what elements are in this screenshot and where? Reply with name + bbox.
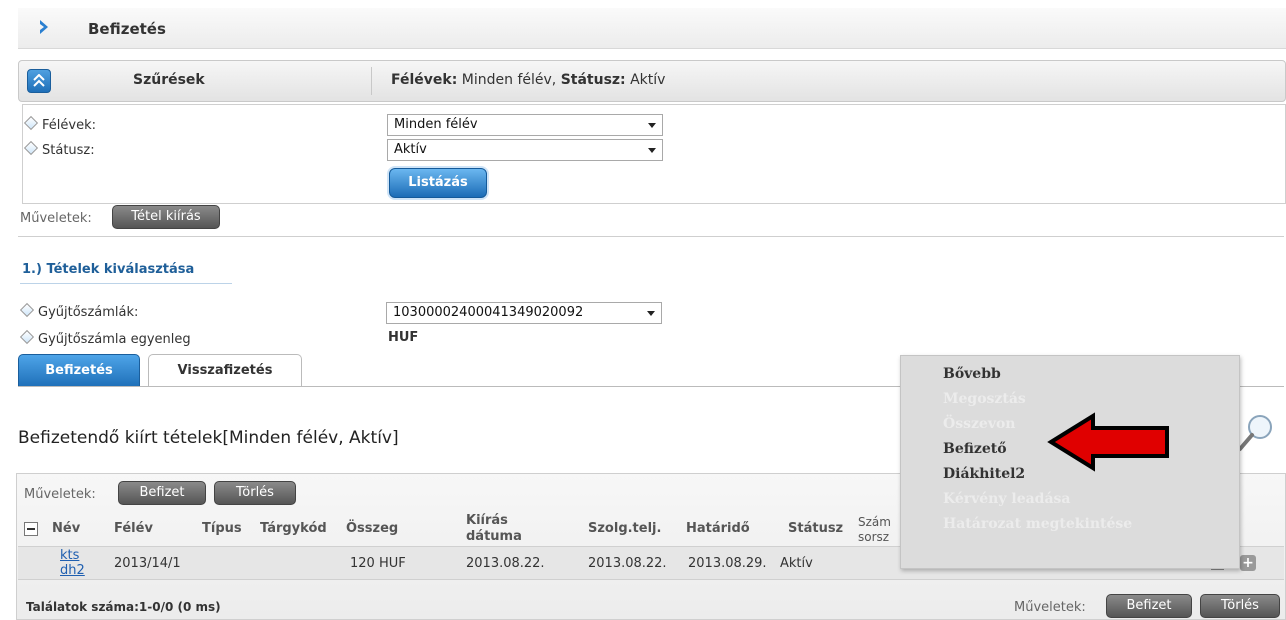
- results-count: Találatok száma:1-0/0 (0 ms): [26, 600, 221, 614]
- delete-button[interactable]: Törlés: [214, 481, 296, 505]
- accounts-label-text: Gyűjtőszámlák:: [38, 305, 139, 320]
- row-amount: 120 HUF: [350, 556, 406, 571]
- menu-item-diakhitel2[interactable]: Diákhitel2: [943, 466, 1025, 482]
- select-all-checkbox[interactable]: [24, 522, 38, 536]
- account-select[interactable]: 10300002400041349020092: [386, 302, 662, 324]
- col-sorsz[interactable]: sorsz: [858, 530, 889, 544]
- divider: [371, 67, 372, 95]
- status-label-text: Státusz:: [42, 143, 95, 158]
- menu-item-osszevon: Összevon: [943, 416, 1016, 432]
- section-underline: [20, 283, 232, 284]
- filter-bar: Szűrések Félévek: Minden félév, Státusz:…: [18, 60, 1286, 102]
- menu-item-megosztas: Megosztás: [943, 391, 1026, 407]
- diamond-icon: [19, 329, 35, 345]
- status-label: Státusz:: [23, 140, 95, 158]
- balance-value: HUF: [388, 330, 419, 345]
- col-kiiras[interactable]: Kiírás: [466, 513, 508, 528]
- menu-item-hatarozat-megtekintese: Határozat megtekintése: [943, 516, 1133, 532]
- footer-operations-label: Műveletek:: [1014, 600, 1086, 615]
- col-targykod[interactable]: Tárgykód: [260, 521, 327, 536]
- accounts-label: Gyűjtőszámlák:: [19, 302, 139, 320]
- chevron-down-icon: [648, 123, 656, 128]
- summary-value-semesters: Minden félév,: [461, 72, 557, 88]
- account-select-value: 10300002400041349020092: [393, 305, 584, 320]
- row-name-link-2[interactable]: dh2: [60, 563, 85, 578]
- minus-icon: [27, 528, 35, 530]
- row-service-date: 2013.08.22.: [588, 556, 667, 571]
- context-menu: Bővebb Megosztás Összevon Befizető Diákh…: [900, 355, 1240, 569]
- summary-label-status: Státusz:: [560, 72, 626, 88]
- divider: [18, 236, 1284, 237]
- col-felev[interactable]: Félév: [114, 521, 153, 536]
- col-kiiras-datuma[interactable]: dátuma: [466, 529, 522, 544]
- col-statusz[interactable]: Státusz: [788, 521, 843, 536]
- status-select-value: Aktív: [394, 142, 427, 157]
- status-select[interactable]: Aktív: [387, 139, 663, 161]
- summary-value-status: Aktív: [630, 72, 666, 88]
- col-nev[interactable]: Név: [52, 521, 80, 536]
- col-szolg-telj[interactable]: Szolg.telj.: [588, 521, 661, 536]
- results-title: Befizetendő kiírt tételek[Minden félév, …: [18, 428, 399, 448]
- pay-button[interactable]: Befizet: [118, 481, 206, 505]
- balance-label: Gyűjtőszámla egyenleg: [19, 329, 191, 347]
- semesters-label-text: Félévek:: [42, 118, 96, 133]
- chevron-right-icon: [40, 20, 48, 34]
- diamond-icon: [23, 115, 39, 131]
- page-title: Befizetés: [88, 20, 166, 38]
- collapse-filter-button[interactable]: [27, 69, 51, 93]
- expand-plus-icon[interactable]: +: [1240, 555, 1256, 571]
- diamond-icon: [23, 140, 39, 156]
- issue-item-button[interactable]: Tétel kiírás: [112, 205, 220, 229]
- tab-befizetes[interactable]: Befizetés: [18, 354, 140, 387]
- search-icon[interactable]: [1234, 411, 1278, 455]
- diamond-icon: [19, 302, 35, 318]
- list-button[interactable]: Listázás: [389, 168, 487, 198]
- menu-item-befizeto[interactable]: Befizető: [943, 441, 1007, 457]
- double-chevron-up-icon: [33, 74, 45, 87]
- menu-item-kerveny-leadasa: Kérvény leadása: [943, 491, 1071, 507]
- row-status: Aktív: [780, 556, 813, 571]
- chevron-down-icon: [648, 148, 656, 153]
- row-issue-date: 2013.08.22.: [466, 556, 545, 571]
- summary-label-semesters: Félévek:: [391, 72, 458, 88]
- page-header: Befizetés: [18, 8, 1286, 49]
- semesters-select[interactable]: Minden félév: [387, 114, 663, 136]
- row-deadline: 2013.08.29.: [688, 556, 767, 571]
- operations-label: Műveletek:: [20, 211, 92, 226]
- row-name-link-1[interactable]: kts: [60, 548, 79, 563]
- col-szam[interactable]: Szám: [858, 515, 891, 529]
- row-semester: 2013/14/1: [114, 556, 181, 571]
- tab-visszafizetes[interactable]: Visszafizetés: [148, 354, 302, 387]
- filter-summary: Félévek: Minden félév, Státusz: Aktív: [391, 72, 665, 88]
- col-hatarido[interactable]: Határidő: [686, 521, 750, 536]
- footer-delete-button[interactable]: Törlés: [1200, 594, 1280, 618]
- menu-item-bovebb[interactable]: Bővebb: [943, 366, 1001, 382]
- semesters-label: Félévek:: [23, 115, 96, 133]
- grid-operations-label: Műveletek:: [24, 487, 96, 502]
- col-osszeg[interactable]: Összeg: [346, 521, 398, 536]
- footer-pay-button[interactable]: Befizet: [1106, 594, 1192, 618]
- col-tipus[interactable]: Típus: [202, 521, 242, 536]
- semesters-select-value: Minden félév: [394, 117, 478, 132]
- filter-title: Szűrések: [133, 72, 205, 88]
- red-arrow-icon: [1047, 412, 1169, 472]
- chevron-down-icon: [647, 311, 655, 316]
- balance-label-text: Gyűjtőszámla egyenleg: [38, 332, 191, 347]
- section-title: 1.) Tételek kiválasztása: [22, 262, 195, 277]
